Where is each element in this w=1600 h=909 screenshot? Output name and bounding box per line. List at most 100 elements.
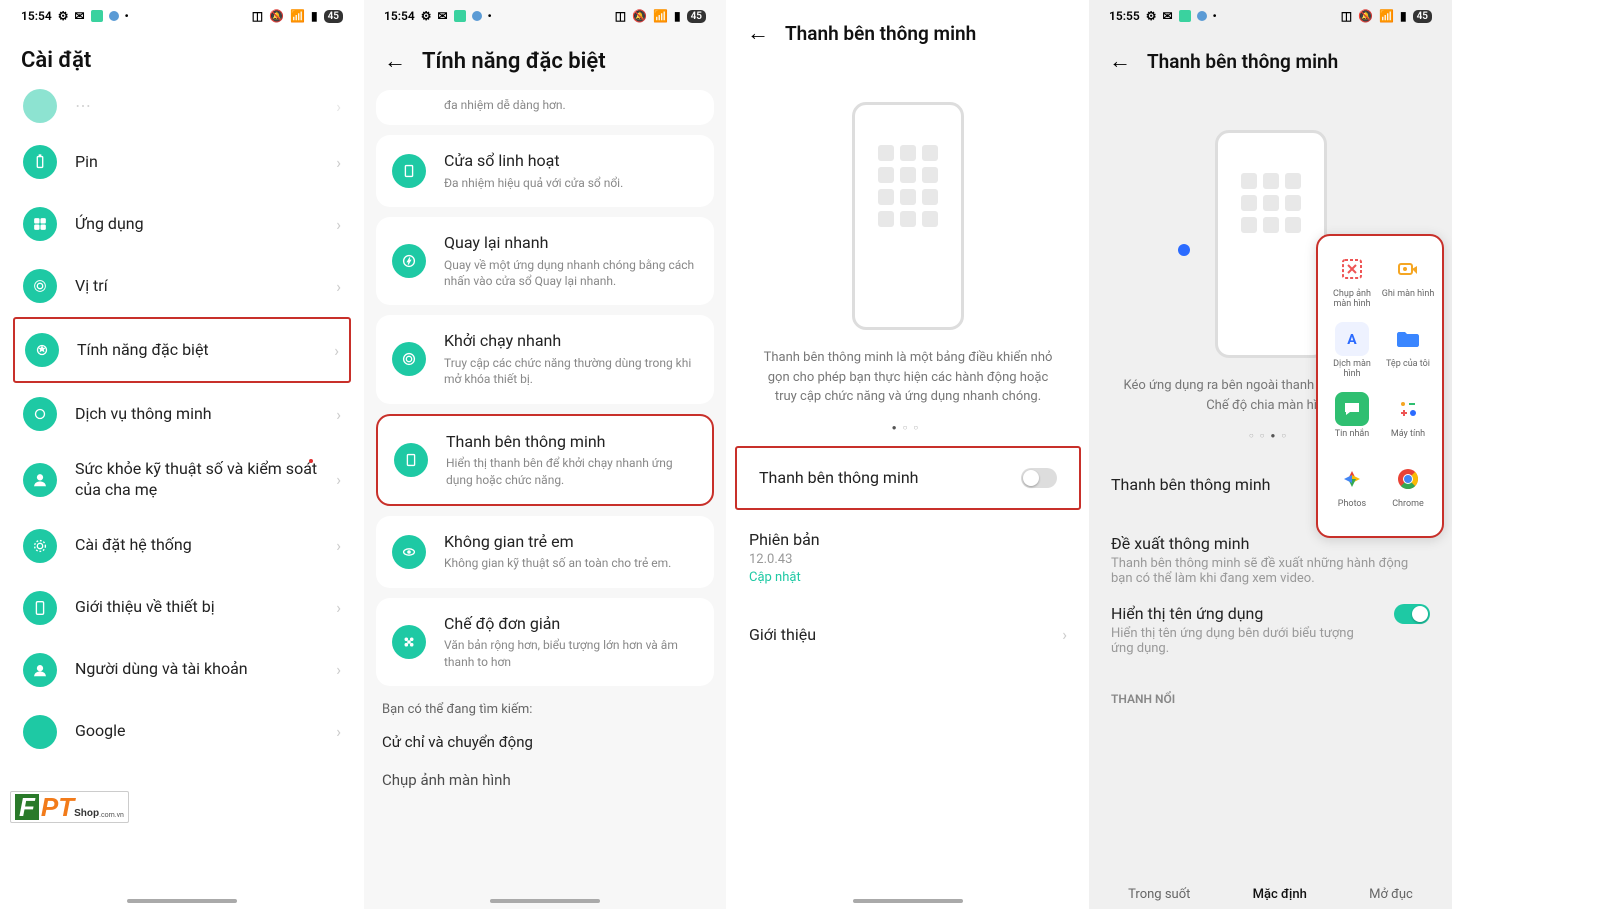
battery-icon: 45 xyxy=(324,10,343,23)
opt-opaque[interactable]: Mở đục xyxy=(1369,887,1413,902)
app-record[interactable]: Ghi màn hình xyxy=(1380,246,1436,316)
messenger-icon: ✉ xyxy=(1162,9,1172,23)
home-indicator[interactable] xyxy=(490,899,600,903)
translate-icon: A xyxy=(1335,322,1369,356)
back-arrow-icon[interactable]: ← xyxy=(1109,48,1131,74)
toggle-switch[interactable] xyxy=(1394,604,1430,624)
target-icon xyxy=(392,342,426,376)
star-gear-icon xyxy=(25,333,59,367)
card-kids-space[interactable]: Không gian trẻ emKhông gian kỹ thuật số … xyxy=(376,516,714,588)
phone-illustration-icon xyxy=(852,102,964,330)
folder-icon xyxy=(1391,322,1425,356)
signal-icon: ▮ xyxy=(674,9,681,23)
toggle-switch[interactable] xyxy=(1021,468,1057,488)
messages-icon xyxy=(1335,392,1369,426)
status-time: 15:55 xyxy=(1109,9,1140,23)
row-show-names[interactable]: Hiển thị tên ứng dụng Hiển thị tên ứng d… xyxy=(1089,596,1452,676)
chrome-icon xyxy=(1391,462,1425,496)
app-translate[interactable]: ADịch màn hình xyxy=(1324,316,1380,386)
home-indicator[interactable] xyxy=(853,899,963,903)
screen-special-features: 15:54⚙✉• ◫🔕📶▮45 ← Tính năng đặc biệt đa … xyxy=(363,0,726,909)
version-number: 12.0.43 xyxy=(749,552,820,567)
mute-icon: 🔕 xyxy=(1358,9,1373,23)
chevron-right-icon: › xyxy=(336,722,341,741)
item-location[interactable]: Vị trí › xyxy=(13,255,351,317)
status-bar: 15:54⚙✉• ◫🔕📶▮45 xyxy=(364,0,726,24)
google-icon xyxy=(23,715,57,749)
item-google[interactable]: Google › xyxy=(13,701,351,763)
nfc-icon: ◫ xyxy=(252,9,263,23)
item-version[interactable]: Phiên bản 12.0.43 Cập nhật xyxy=(727,510,1089,605)
wifi-icon: 📶 xyxy=(290,9,305,23)
item-about[interactable]: Giới thiệu › xyxy=(727,605,1089,664)
item-pin[interactable]: Pin › xyxy=(13,131,351,193)
gear-icon: ⚙ xyxy=(421,9,432,23)
window-icon xyxy=(392,154,426,188)
item-digital-wellbeing[interactable]: Sức khỏe kỹ thuật số và kiểm soát của ch… xyxy=(13,445,351,515)
card-smart-sidebar[interactable]: Thanh bên thông minhHiển thị thanh bên đ… xyxy=(376,414,714,506)
header: ← Thanh bên thông minh xyxy=(727,12,1089,62)
illustration-area xyxy=(727,102,1089,330)
item-system-settings[interactable]: Cài đặt hệ thống › xyxy=(13,515,351,577)
search-link-gestures[interactable]: Cử chỉ và chuyển động xyxy=(364,723,726,761)
card-truncated[interactable]: đa nhiệm dễ dàng hơn. xyxy=(376,90,714,125)
gear-icon xyxy=(23,529,57,563)
app-messages[interactable]: Tin nhắn xyxy=(1324,386,1380,456)
item-users-accounts[interactable]: Người dùng và tài khoản › xyxy=(13,639,351,701)
messenger-icon: ✉ xyxy=(74,9,84,23)
back-arrow-icon[interactable]: ← xyxy=(747,20,769,46)
search-link-screenshot[interactable]: Chụp ảnh màn hình xyxy=(364,761,726,789)
chevron-right-icon: › xyxy=(336,277,341,296)
update-link[interactable]: Cập nhật xyxy=(749,570,820,585)
battery-icon: 45 xyxy=(1413,10,1432,23)
item-smart-service[interactable]: Dịch vụ thông minh › xyxy=(13,383,351,445)
more-icon: • xyxy=(125,9,129,23)
app-screenshot[interactable]: Chụp ảnh màn hình xyxy=(1324,246,1380,316)
signal-icon: ▮ xyxy=(1400,9,1407,23)
chevron-right-icon: › xyxy=(336,536,341,555)
svg-text:A: A xyxy=(1347,332,1357,348)
card-quick-launch[interactable]: Khởi chạy nhanhTruy cập các chức năng th… xyxy=(376,315,714,403)
app-files[interactable]: Tệp của tôi xyxy=(1380,316,1436,386)
record-icon xyxy=(1391,252,1425,286)
opt-transparent[interactable]: Trong suốt xyxy=(1128,887,1190,902)
wellbeing-icon xyxy=(23,463,57,497)
wifi-icon: 📶 xyxy=(1379,9,1394,23)
screen-settings: 15:54 ⚙ ✉ • ◫ 🔕 📶 ▮ 45 Cài đặt ⋯ › Pin › xyxy=(0,0,363,909)
page-title: Tính năng đặc biệt xyxy=(422,49,606,74)
page-indicator: ●○○ xyxy=(727,415,1089,446)
list-item-truncated[interactable]: ⋯ › xyxy=(13,89,351,131)
app-photos[interactable]: Photos xyxy=(1324,456,1380,526)
calculator-icon xyxy=(1391,392,1425,426)
item-about-device[interactable]: Giới thiệu về thiết bị › xyxy=(13,577,351,639)
messenger-icon: ✉ xyxy=(437,9,447,23)
header: ← Tính năng đặc biệt xyxy=(364,24,726,90)
card-flexible-window[interactable]: Cửa sổ linh hoạtĐa nhiệm hiệu quả với cử… xyxy=(376,135,714,207)
chevron-right-icon: › xyxy=(1062,625,1067,644)
header: Cài đặt xyxy=(1,24,363,89)
card-quick-back[interactable]: Quay lại nhanhQuay về một ứng dụng nhanh… xyxy=(376,217,714,305)
toggle-smart-sidebar[interactable]: Thanh bên thông minh xyxy=(735,446,1081,510)
status-bar: 15:54 ⚙ ✉ • ◫ 🔕 📶 ▮ 45 xyxy=(1,0,363,24)
service-icon xyxy=(23,397,57,431)
home-indicator[interactable] xyxy=(127,899,237,903)
app-chrome[interactable]: Chrome xyxy=(1380,456,1436,526)
grid-icon xyxy=(392,625,426,659)
item-special-features[interactable]: Tính năng đặc biệt › xyxy=(13,317,351,383)
screen-smart-sidebar-settings: 15:55⚙✉• ◫🔕📶▮45 ← Thanh bên thông minh K… xyxy=(1089,0,1452,909)
apps-icon xyxy=(23,207,57,241)
section-header-bar: THANH NỔI xyxy=(1089,676,1452,706)
eye-icon xyxy=(392,535,426,569)
item-apps[interactable]: Ứng dụng › xyxy=(13,193,351,255)
chevron-right-icon: › xyxy=(336,660,341,679)
mute-icon: 🔕 xyxy=(269,9,284,23)
smart-sidebar-panel[interactable]: Chụp ảnh màn hình Ghi màn hình ADịch màn… xyxy=(1316,234,1444,538)
app-calculator[interactable]: Máy tính xyxy=(1380,386,1436,456)
back-arrow-icon[interactable]: ← xyxy=(384,48,406,74)
page-title: Thanh bên thông minh xyxy=(785,22,976,45)
opt-default[interactable]: Mặc định xyxy=(1253,887,1307,902)
location-icon xyxy=(23,269,57,303)
card-simple-mode[interactable]: Chế độ đơn giảnVăn bản rộng hơn, biểu tư… xyxy=(376,598,714,686)
screen-smart-sidebar-info: ← Thanh bên thông minh Thanh bên thông m… xyxy=(726,0,1089,909)
status-bar: 15:55⚙✉• ◫🔕📶▮45 xyxy=(1089,0,1452,24)
